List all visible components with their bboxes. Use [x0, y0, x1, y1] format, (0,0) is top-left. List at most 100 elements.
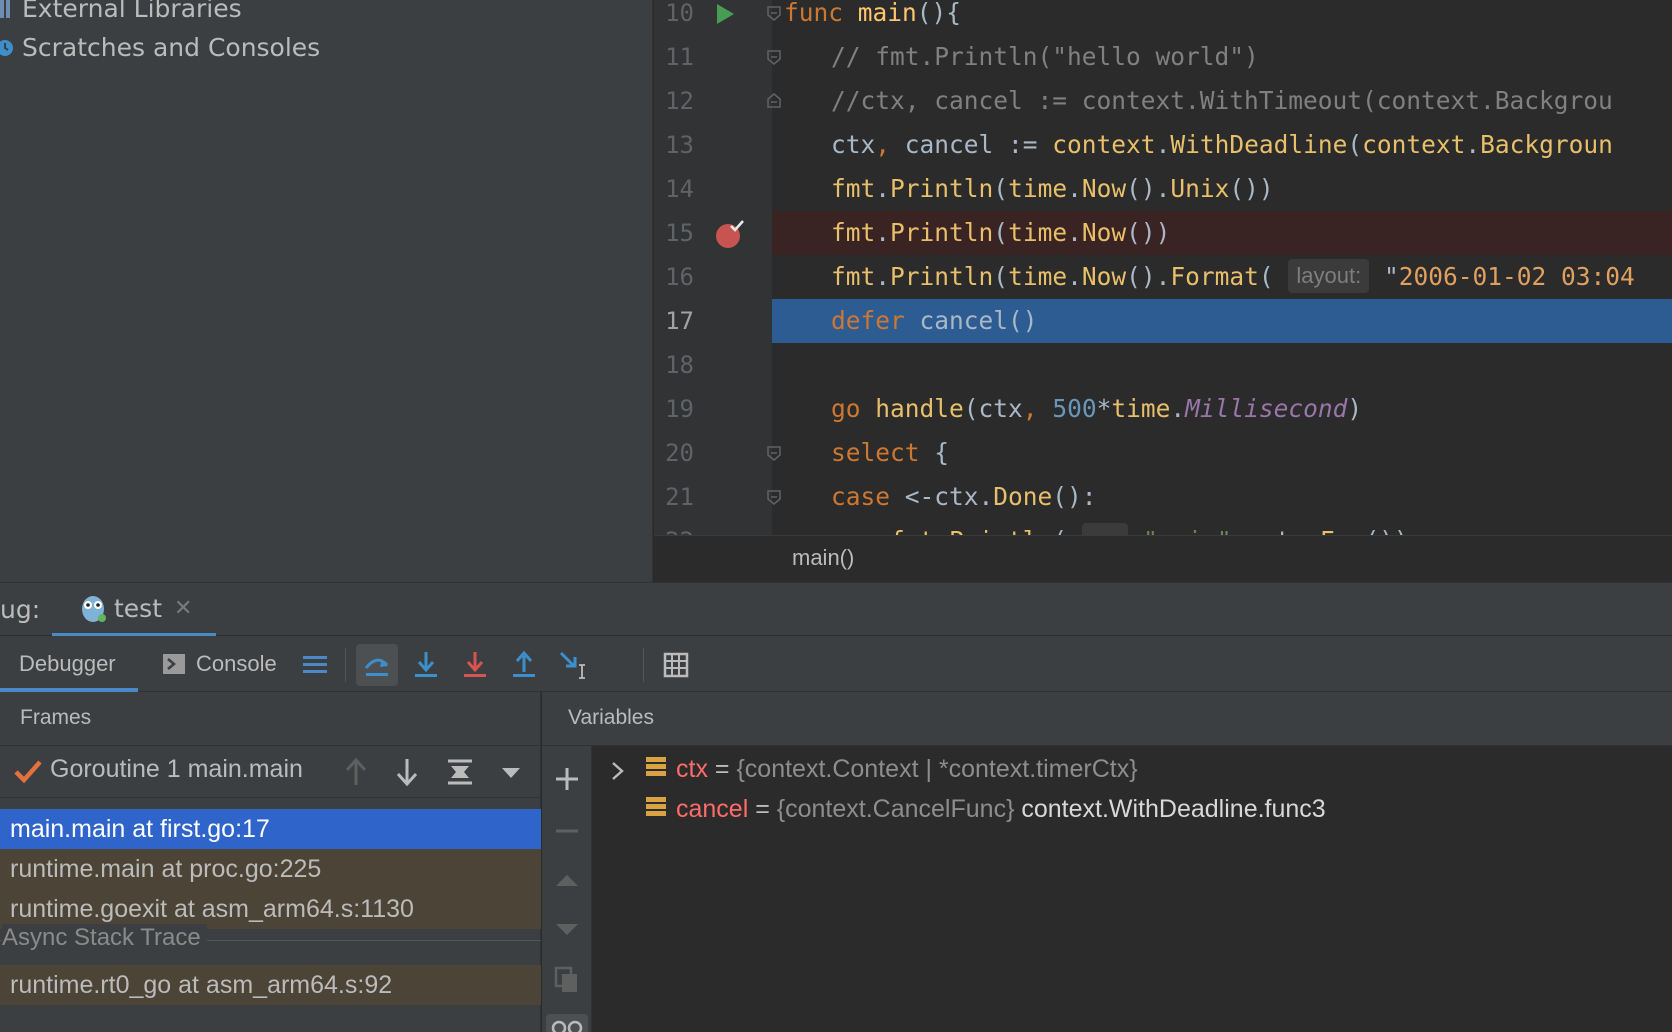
- breadcrumb-item[interactable]: main(): [792, 545, 854, 571]
- variable-name: ctx: [676, 755, 708, 783]
- code-token: go: [772, 394, 876, 423]
- debug-toolbar: Debugger Console: [0, 636, 1672, 692]
- fold-marker-icon[interactable]: [766, 5, 782, 21]
- code-line-text[interactable]: fmt.Println(time.Now().Unix()): [772, 167, 1672, 211]
- code-line: 12 //ctx, cancel := context.WithTimeout(…: [654, 79, 1672, 123]
- code-token: 2006-01-02 03:04: [1398, 262, 1635, 291]
- layout-settings-button[interactable]: [294, 644, 336, 686]
- move-down-icon[interactable]: [554, 916, 580, 942]
- close-icon[interactable]: ✕: [174, 596, 192, 621]
- code-line-text[interactable]: select {: [772, 431, 1672, 475]
- code-line-text[interactable]: //ctx, cancel := context.WithTimeout(con…: [772, 79, 1672, 123]
- parameter-hint: layout:: [1288, 259, 1370, 293]
- variables-side-toolbar: [542, 746, 592, 1032]
- glasses-icon[interactable]: [546, 1014, 588, 1032]
- chevron-down-icon[interactable]: [500, 766, 522, 780]
- frames-header: Frames: [0, 692, 541, 746]
- code-token: ,: [875, 130, 905, 159]
- goroutine-label: Goroutine 1 main.main: [50, 755, 303, 783]
- frame-row[interactable]: runtime.rt0_go at asm_arm64.s:92: [0, 965, 541, 1005]
- code-token: 500: [1052, 394, 1097, 423]
- debug-tool-window-header: ug: test ✕: [0, 582, 1672, 637]
- code-token: // fmt.Println("hello world"): [772, 42, 1259, 71]
- field-icon: [646, 757, 666, 776]
- panel-title: Variables: [568, 706, 654, 729]
- line-number: 19: [665, 395, 694, 423]
- code-token: ():: [1052, 482, 1097, 511]
- code-line-text[interactable]: ctx, cancel := context.WithDeadline(cont…: [772, 123, 1672, 167]
- evaluate-expression-button[interactable]: [655, 644, 697, 686]
- force-step-into-button[interactable]: [454, 644, 496, 686]
- code-token: ()): [1229, 174, 1274, 203]
- code-token: (: [993, 262, 1009, 291]
- run-to-cursor-button[interactable]: [553, 644, 595, 686]
- code-line-text[interactable]: func main(){: [784, 0, 1672, 35]
- code-token: {: [934, 438, 950, 467]
- step-out-button[interactable]: [503, 644, 545, 686]
- code-line: 21 case <-ctx.Done():: [654, 475, 1672, 519]
- run-config-tab[interactable]: test ✕: [52, 583, 216, 637]
- tree-item-external-libraries[interactable]: External Libraries: [0, 0, 242, 28]
- run-gutter-icon[interactable]: [714, 2, 736, 26]
- frame-row[interactable]: runtime.main at proc.go:225: [0, 849, 541, 889]
- step-out-icon: [513, 650, 535, 677]
- variable-row[interactable]: cancel = {context.CancelFunc} context.Wi…: [646, 789, 1326, 829]
- tree-item-scratches[interactable]: Scratches and Consoles: [0, 27, 320, 67]
- code-token: fmt: [772, 262, 876, 291]
- code-token: context: [1052, 130, 1156, 159]
- code-line-text[interactable]: fmt.Println(time.Now().Format( layout: "…: [772, 255, 1672, 299]
- arrow-up-icon[interactable]: [343, 757, 369, 787]
- line-number: 14: [665, 175, 694, 203]
- goroutine-selector[interactable]: Goroutine 1 main.main: [0, 746, 541, 798]
- variable-name: cancel: [676, 795, 749, 823]
- breakpoint-icon[interactable]: [714, 218, 746, 250]
- code-token: (: [1347, 130, 1363, 159]
- code-token: Println: [890, 218, 994, 247]
- code-line-text[interactable]: // fmt.Println("hello world"): [772, 35, 1672, 79]
- filter-frames-icon[interactable]: [446, 758, 474, 786]
- code-line-text[interactable]: [772, 343, 1672, 387]
- code-line-text[interactable]: fmt.Println(time.Now()): [772, 211, 1672, 255]
- copy-icon[interactable]: [554, 966, 580, 994]
- minus-icon[interactable]: [554, 818, 580, 844]
- frame-row[interactable]: main.main at first.go:17: [0, 809, 541, 849]
- code-token: .: [875, 218, 891, 247]
- breadcrumb[interactable]: main(): [654, 535, 1672, 582]
- field-icon: [646, 797, 666, 816]
- line-number: 11: [665, 43, 694, 71]
- tab-console[interactable]: Console: [162, 636, 277, 692]
- variables-panel: Variables ctx = {context.Context | *cont…: [542, 692, 1672, 1032]
- code-token: Println: [890, 262, 994, 291]
- code-token: select: [772, 438, 935, 467]
- plus-icon[interactable]: [554, 766, 580, 792]
- code-token: Unix: [1170, 174, 1230, 203]
- frames-panel: Frames Goroutine 1 main.main main.main a…: [0, 692, 541, 1032]
- line-number: 13: [665, 131, 694, 159]
- code-token: func: [784, 0, 858, 27]
- code-line-text[interactable]: case <-ctx.Done():: [772, 475, 1672, 519]
- line-number: 12: [665, 87, 694, 115]
- code-line-text[interactable]: defer cancel(): [772, 299, 1672, 343]
- code-token: Format: [1170, 262, 1259, 291]
- async-label: Async Stack Trace: [2, 924, 207, 952]
- code-line: 18: [654, 343, 1672, 387]
- move-up-icon[interactable]: [554, 868, 580, 894]
- arrow-down-icon[interactable]: [394, 757, 420, 787]
- debug-label: ug:: [0, 595, 41, 624]
- code-token: case: [772, 482, 905, 511]
- code-line: 19 go handle(ctx, 500*time.Millisecond): [654, 387, 1672, 431]
- expand-chevron-icon[interactable]: [610, 760, 626, 782]
- variable-row[interactable]: ctx = {context.Context | *context.timerC…: [646, 749, 1138, 789]
- tab-label: Debugger: [19, 651, 116, 676]
- code-token: defer: [772, 306, 920, 335]
- code-token: time: [1008, 218, 1068, 247]
- step-over-icon: [364, 658, 389, 676]
- code-line-text[interactable]: go handle(ctx, 500*time.Millisecond): [772, 387, 1672, 431]
- step-into-button[interactable]: [405, 644, 447, 686]
- code-editor[interactable]: 10 func main(){ 11 // fmt.Println("hello…: [654, 0, 1672, 582]
- step-over-button[interactable]: [356, 644, 398, 686]
- code-token: fmt: [772, 218, 876, 247]
- tab-debugger[interactable]: Debugger: [0, 636, 138, 692]
- code-token: Now: [1081, 174, 1127, 203]
- line-number: 10: [665, 0, 694, 27]
